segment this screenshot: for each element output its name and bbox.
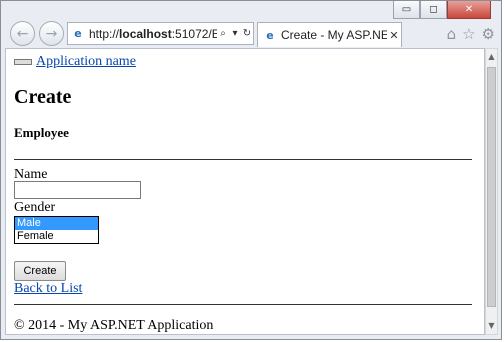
back-to-list-link[interactable]: Back to List xyxy=(14,281,82,297)
brand: Application name xyxy=(14,54,136,70)
home-icon[interactable]: ⌂ xyxy=(447,25,457,43)
close-window-button[interactable]: ✕ xyxy=(447,1,491,19)
gender-option-female[interactable]: Female xyxy=(15,230,98,243)
gear-icon[interactable]: ⚙ xyxy=(482,25,495,43)
divider xyxy=(14,159,472,160)
browser-toolbar: ⌂ ☆ ⚙ xyxy=(447,25,495,43)
window-controls: ▭ ◻ ✕ xyxy=(393,1,491,19)
navigation-bar: ← → e http://localhost:51072/Empl ⌕ ▾ ↻ … xyxy=(1,19,501,49)
page-viewport: Application name Create Employee Name Ge… xyxy=(5,48,485,335)
footer-divider xyxy=(14,304,472,305)
brand-link[interactable]: Application name xyxy=(36,54,136,70)
name-input[interactable] xyxy=(14,181,141,199)
minimize-button[interactable]: ▭ xyxy=(393,1,420,19)
refresh-icon[interactable]: ↻ xyxy=(241,28,253,39)
back-button[interactable]: ← xyxy=(10,21,35,46)
forward-arrow-icon: → xyxy=(45,25,58,42)
scroll-down-arrow-icon[interactable]: ▼ xyxy=(486,319,497,333)
maximize-button[interactable]: ◻ xyxy=(420,1,447,19)
back-arrow-icon: ← xyxy=(16,25,29,42)
search-icon[interactable]: ⌕ xyxy=(217,28,229,39)
address-bar[interactable]: e http://localhost:51072/Empl ⌕ ▾ ↻ xyxy=(67,22,254,45)
gender-label: Gender xyxy=(14,200,56,215)
scroll-up-arrow-icon[interactable]: ▲ xyxy=(486,50,497,64)
ie-favicon-icon: e xyxy=(74,27,82,40)
tab-label: Create - My ASP.NET ... xyxy=(281,28,387,42)
tab-create[interactable]: e Create - My ASP.NET ... ✕ xyxy=(257,22,402,47)
create-button[interactable]: Create xyxy=(14,261,66,281)
footer-text: © 2014 - My ASP.NET Application xyxy=(14,318,214,333)
page-subtitle: Employee xyxy=(14,125,69,140)
gender-option-male[interactable]: Male xyxy=(15,217,98,230)
close-tab-icon[interactable]: ✕ xyxy=(387,29,401,42)
favorites-star-icon[interactable]: ☆ xyxy=(462,25,475,43)
scroll-thumb[interactable] xyxy=(487,67,496,307)
chevron-down-icon[interactable]: ▾ xyxy=(229,28,241,39)
url-text[interactable]: http://localhost:51072/Empl xyxy=(89,27,217,41)
navbar-toggle-button[interactable] xyxy=(14,59,32,65)
forward-button[interactable]: → xyxy=(39,21,64,46)
ie-tab-favicon-icon: e xyxy=(266,28,274,42)
vertical-scrollbar[interactable]: ▲ ▼ xyxy=(485,48,498,335)
gender-listbox[interactable]: Male Female xyxy=(14,216,99,244)
page-title: Create xyxy=(14,86,72,108)
